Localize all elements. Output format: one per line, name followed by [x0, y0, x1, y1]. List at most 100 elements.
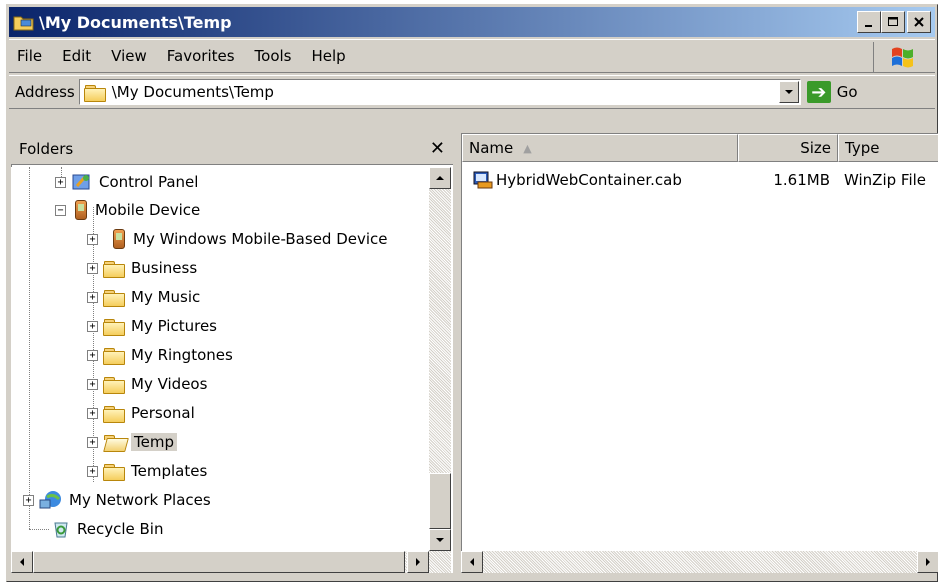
scroll-left-button[interactable]: [461, 551, 483, 573]
tree-item-templates[interactable]: + Templates: [87, 458, 207, 484]
folder-icon: [103, 318, 125, 336]
title-bar[interactable]: \My Documents\Temp: [9, 7, 935, 37]
tree-item-my-ringtones[interactable]: + My Ringtones: [87, 342, 233, 368]
chevron-right-icon: [416, 558, 420, 566]
tree-item-label: My Videos: [131, 375, 208, 393]
minimize-button[interactable]: [857, 11, 881, 33]
expand-icon[interactable]: +: [87, 465, 98, 477]
address-value: \My Documents\Temp: [111, 83, 274, 101]
expand-icon[interactable]: +: [87, 349, 98, 361]
scroll-down-button[interactable]: [429, 529, 451, 551]
chevron-left-icon: [20, 558, 24, 566]
expand-icon[interactable]: +: [87, 291, 98, 303]
folder-icon: [103, 260, 125, 278]
scroll-up-button[interactable]: [429, 167, 451, 189]
tree-item-business[interactable]: + Business: [87, 255, 197, 281]
explorer-window: \My Documents\Temp File Edit View Favori…: [6, 4, 938, 582]
scroll-left-button[interactable]: [11, 551, 33, 573]
tree-item-label: Mobile Device: [95, 201, 201, 219]
scroll-right-button[interactable]: [407, 551, 429, 573]
file-name: HybridWebContainer.cab: [496, 171, 682, 189]
file-list-horizontal-scrollbar[interactable]: [461, 551, 938, 573]
tree-item-label: My Music: [131, 288, 201, 306]
folder-icon: [103, 405, 125, 423]
pane-splitter[interactable]: [453, 133, 461, 573]
chevron-right-icon: [926, 558, 930, 566]
mobile-device-icon: [75, 200, 87, 220]
chevron-up-icon: [436, 176, 444, 180]
address-field[interactable]: \My Documents\Temp: [78, 79, 801, 105]
folder-tree: + Control Panel − Mobile Device + My Win…: [11, 167, 429, 551]
tree-item-label: My Ringtones: [131, 346, 233, 364]
address-bar: Address \My Documents\Temp ➔ Go: [9, 75, 935, 109]
tree-item-label: Recycle Bin: [77, 520, 164, 538]
column-header-name[interactable]: Name ▲: [462, 134, 738, 162]
tree-item-mobile-device[interactable]: − Mobile Device: [55, 197, 200, 223]
tree-item-my-music[interactable]: + My Music: [87, 284, 200, 310]
mobile-device-icon: [113, 229, 125, 249]
sort-ascending-icon: ▲: [523, 141, 532, 155]
expand-icon[interactable]: +: [55, 176, 66, 188]
scroll-thumb[interactable]: [429, 473, 451, 529]
folder-icon: [103, 463, 125, 481]
expand-icon[interactable]: +: [87, 407, 98, 419]
expand-icon[interactable]: +: [87, 436, 98, 448]
recycle-bin-icon: [51, 519, 71, 539]
expand-icon[interactable]: +: [87, 262, 98, 274]
expand-icon[interactable]: +: [23, 494, 34, 506]
address-dropdown-button[interactable]: [778, 81, 799, 103]
column-headers: Name ▲ Size Type: [462, 134, 938, 162]
tree-item-my-pictures[interactable]: + My Pictures: [87, 313, 217, 339]
tree-item-recycle-bin[interactable]: Recycle Bin: [51, 516, 163, 542]
tree-item-label: Business: [131, 259, 198, 277]
open-folder-icon: [103, 434, 125, 451]
tree-item-label: My Pictures: [131, 317, 217, 335]
menu-file[interactable]: File: [9, 47, 52, 65]
tree-item-temp[interactable]: + Temp: [87, 429, 177, 455]
menu-view[interactable]: View: [101, 47, 157, 65]
menu-help[interactable]: Help: [302, 47, 356, 65]
cabinet-file-icon: [472, 170, 494, 190]
folder-icon: [103, 376, 125, 394]
file-size: 1.61MB: [773, 171, 830, 189]
close-folders-pane-icon[interactable]: ✕: [430, 138, 445, 159]
expand-icon[interactable]: +: [87, 378, 98, 390]
tree-item-label: Control Panel: [99, 173, 199, 191]
menu-favorites[interactable]: Favorites: [157, 47, 245, 65]
scroll-right-button[interactable]: [917, 551, 938, 573]
windows-logo: [873, 42, 931, 72]
network-places-icon: [39, 489, 63, 511]
folder-icon: [83, 84, 106, 102]
expand-icon[interactable]: +: [87, 233, 98, 245]
tree-item-my-network-places[interactable]: + My Network Places: [23, 487, 211, 513]
column-label: Name: [469, 139, 514, 157]
folder-icon: [103, 347, 125, 365]
folder-window-icon: [13, 13, 35, 31]
tree-item-personal[interactable]: + Personal: [87, 400, 195, 426]
go-arrow-icon: ➔: [806, 81, 831, 103]
go-label: Go: [836, 83, 858, 101]
tree-item-windows-mobile-device[interactable]: + My Windows Mobile-Based Device: [87, 226, 388, 252]
column-header-size[interactable]: Size: [738, 134, 838, 162]
tree-item-label: Templates: [131, 462, 208, 480]
control-panel-icon: [71, 172, 93, 192]
tree-item-control-panel[interactable]: + Control Panel: [55, 169, 198, 195]
menu-bar: File Edit View Favorites Tools Help: [9, 39, 935, 73]
folders-vertical-scrollbar[interactable]: [429, 167, 451, 551]
chevron-down-icon: [436, 538, 444, 542]
expand-icon[interactable]: +: [87, 320, 98, 332]
menu-tools[interactable]: Tools: [245, 47, 302, 65]
go-button[interactable]: ➔ Go: [806, 81, 858, 103]
folders-header-label: Folders: [19, 139, 74, 158]
file-row[interactable]: HybridWebContainer.cab 1.61MB WinZip Fil…: [462, 168, 938, 192]
file-type: WinZip File: [844, 171, 927, 189]
column-header-type[interactable]: Type: [838, 134, 938, 162]
collapse-icon[interactable]: −: [55, 204, 66, 216]
maximize-button[interactable]: [881, 11, 905, 33]
close-button[interactable]: [907, 11, 931, 33]
scroll-thumb[interactable]: [33, 551, 405, 573]
tree-item-my-videos[interactable]: + My Videos: [87, 371, 207, 397]
menu-edit[interactable]: Edit: [52, 47, 101, 65]
folders-horizontal-scrollbar[interactable]: [11, 551, 451, 573]
chevron-left-icon: [470, 558, 474, 566]
